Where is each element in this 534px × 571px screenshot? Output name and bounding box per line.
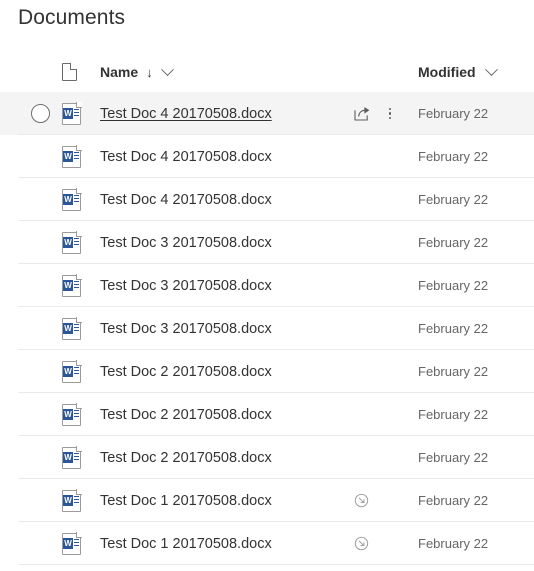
row-name-cell[interactable]: Test Doc 1 20170508.docx	[96, 493, 340, 509]
file-name-link[interactable]: Test Doc 3 20170508.docx	[100, 235, 272, 251]
word-document-icon: W	[62, 144, 82, 168]
row-filetype-cell: W	[62, 359, 96, 383]
row-actions-cell[interactable]	[340, 493, 418, 508]
row-modified-cell: February 22	[418, 106, 489, 121]
row-name-cell[interactable]: Test Doc 2 20170508.docx	[96, 364, 340, 380]
file-list: W Test Doc 4 20170508.docx February 22 W Tes…	[0, 92, 534, 565]
share-icon[interactable]	[354, 106, 371, 121]
file-name-link[interactable]: Test Doc 3 20170508.docx	[100, 278, 272, 294]
table-row[interactable]: W Test Doc 1 20170508.docx February 22	[0, 522, 534, 565]
row-select-cell[interactable]	[18, 104, 62, 123]
table-row[interactable]: W Test Doc 2 20170508.docx February 22	[0, 350, 534, 393]
column-header-modified-label: Modified	[418, 64, 476, 80]
row-modified-cell: February 22	[418, 407, 489, 422]
word-document-icon: W	[62, 488, 82, 512]
sort-ascending-icon: ↓	[146, 64, 153, 80]
row-filetype-cell: W	[62, 402, 96, 426]
row-modified-cell: February 22	[418, 278, 489, 293]
row-filetype-cell: W	[62, 531, 96, 555]
table-row[interactable]: W Test Doc 2 20170508.docx February 22	[0, 393, 534, 436]
word-document-icon: W	[62, 273, 82, 297]
file-name-link[interactable]: Test Doc 4 20170508.docx	[100, 106, 272, 122]
row-filetype-cell: W	[62, 101, 96, 125]
page-title: Documents	[18, 6, 126, 29]
column-headers: Name ↓ Modified	[0, 56, 534, 88]
row-modified-cell: February 22	[418, 450, 489, 465]
word-document-icon: W	[62, 230, 82, 254]
row-name-cell[interactable]: Test Doc 1 20170508.docx	[96, 536, 340, 552]
row-name-cell[interactable]: Test Doc 3 20170508.docx	[96, 278, 340, 294]
table-row[interactable]: W Test Doc 4 20170508.docx February 22	[0, 135, 534, 178]
row-filetype-cell: W	[62, 187, 96, 211]
sync-status-icon[interactable]	[354, 536, 369, 551]
row-filetype-cell: W	[62, 316, 96, 340]
table-row[interactable]: W Test Doc 1 20170508.docx February 22	[0, 479, 534, 522]
more-options-icon[interactable]	[383, 106, 397, 122]
file-name-link[interactable]: Test Doc 4 20170508.docx	[100, 192, 272, 208]
column-header-filetype[interactable]	[62, 62, 96, 81]
word-document-icon: W	[62, 445, 82, 469]
table-row[interactable]: W Test Doc 4 20170508.docx February 22	[0, 178, 534, 221]
row-actions-cell[interactable]	[340, 536, 418, 551]
row-name-cell[interactable]: Test Doc 2 20170508.docx	[96, 450, 340, 466]
selection-circle-icon[interactable]	[30, 104, 50, 123]
row-name-cell[interactable]: Test Doc 4 20170508.docx	[96, 106, 340, 122]
word-document-icon: W	[62, 101, 82, 125]
chevron-down-icon[interactable]	[484, 62, 498, 76]
row-filetype-cell: W	[62, 445, 96, 469]
file-name-link[interactable]: Test Doc 1 20170508.docx	[100, 536, 272, 552]
row-filetype-cell: W	[62, 488, 96, 512]
row-filetype-cell: W	[62, 230, 96, 254]
chevron-down-icon[interactable]	[160, 62, 174, 76]
row-modified-cell: February 22	[418, 321, 489, 336]
word-document-icon: W	[62, 187, 82, 211]
word-document-icon: W	[62, 402, 82, 426]
row-filetype-cell: W	[62, 144, 96, 168]
word-document-icon: W	[62, 359, 82, 383]
row-name-cell[interactable]: Test Doc 4 20170508.docx	[96, 149, 340, 165]
row-name-cell[interactable]: Test Doc 3 20170508.docx	[96, 321, 340, 337]
file-name-link[interactable]: Test Doc 2 20170508.docx	[100, 450, 272, 466]
table-row[interactable]: W Test Doc 2 20170508.docx February 22	[0, 436, 534, 479]
row-actions-cell[interactable]	[340, 106, 418, 122]
table-row[interactable]: W Test Doc 3 20170508.docx February 22	[0, 307, 534, 350]
row-modified-cell: February 22	[418, 536, 489, 551]
column-header-name-label: Name	[100, 64, 139, 80]
row-name-cell[interactable]: Test Doc 3 20170508.docx	[96, 235, 340, 251]
row-modified-cell: February 22	[418, 235, 489, 250]
column-header-modified[interactable]: Modified	[418, 62, 534, 80]
file-name-link[interactable]: Test Doc 1 20170508.docx	[100, 493, 272, 509]
row-name-cell[interactable]: Test Doc 2 20170508.docx	[96, 407, 340, 423]
row-modified-cell: February 22	[418, 192, 489, 207]
row-filetype-cell: W	[62, 273, 96, 297]
row-name-cell[interactable]: Test Doc 4 20170508.docx	[96, 192, 340, 208]
table-row[interactable]: W Test Doc 3 20170508.docx February 22	[0, 221, 534, 264]
table-row[interactable]: W Test Doc 3 20170508.docx February 22	[0, 264, 534, 307]
row-modified-cell: February 22	[418, 493, 489, 508]
row-modified-cell: February 22	[418, 149, 489, 164]
file-name-link[interactable]: Test Doc 4 20170508.docx	[100, 149, 272, 165]
column-header-name[interactable]: Name ↓	[96, 62, 418, 80]
word-document-icon: W	[62, 316, 82, 340]
row-modified-cell: February 22	[418, 364, 489, 379]
file-name-link[interactable]: Test Doc 2 20170508.docx	[100, 364, 272, 380]
sync-status-icon[interactable]	[354, 493, 369, 508]
page-icon	[62, 62, 78, 81]
word-document-icon: W	[62, 531, 82, 555]
document-library-page: Documents Name ↓ Modified W Test Doc 4 20…	[0, 0, 534, 571]
file-name-link[interactable]: Test Doc 2 20170508.docx	[100, 407, 272, 423]
table-row[interactable]: W Test Doc 4 20170508.docx February 22	[0, 92, 534, 135]
file-name-link[interactable]: Test Doc 3 20170508.docx	[100, 321, 272, 337]
